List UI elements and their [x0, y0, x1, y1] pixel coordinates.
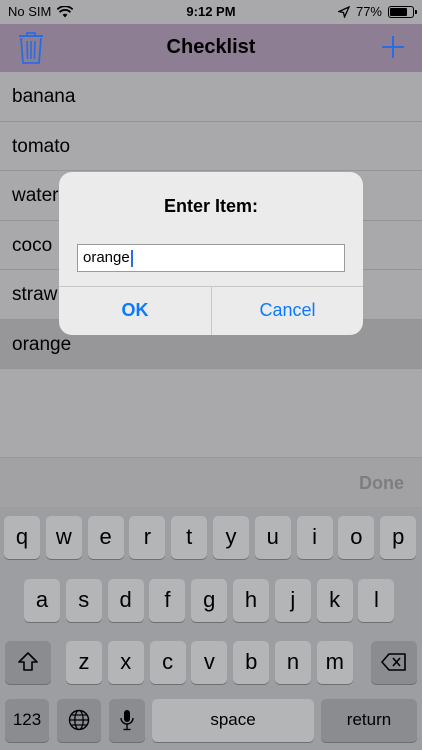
key-c[interactable]: c — [149, 641, 186, 684]
status-right: 77% — [337, 4, 417, 19]
backspace-icon — [381, 653, 406, 671]
key-h[interactable]: h — [233, 579, 269, 622]
key-v[interactable]: v — [191, 641, 228, 684]
globe-icon — [68, 709, 90, 731]
plus-icon[interactable] — [378, 32, 408, 62]
microphone-icon — [120, 710, 134, 731]
alert-title: Enter Item: — [163, 196, 259, 216]
page-title: Checklist — [166, 36, 256, 58]
key-j[interactable]: j — [274, 579, 311, 622]
keyboard-accessory-bar: Done — [0, 457, 422, 507]
key-z[interactable]: z — [66, 641, 102, 684]
key-g[interactable]: g — [191, 579, 228, 622]
list-item[interactable]: tomato — [0, 121, 422, 171]
key-d[interactable]: d — [107, 579, 144, 622]
key-p[interactable]: p — [380, 516, 417, 559]
key-a[interactable]: a — [24, 579, 60, 622]
key-n[interactable]: n — [275, 641, 311, 684]
battery-fill — [390, 7, 407, 16]
key-k[interactable]: k — [316, 579, 353, 622]
dictation-key[interactable] — [109, 699, 145, 742]
key-w[interactable]: w — [45, 516, 82, 559]
numbers-key[interactable]: 123 — [5, 699, 49, 742]
status-bar: No SIM 9:12 PM 77% — [0, 0, 422, 24]
key-u[interactable]: u — [254, 516, 291, 559]
key-o[interactable]: o — [338, 516, 375, 559]
cancel-button[interactable]: Cancel — [212, 286, 363, 335]
shift-icon — [18, 652, 38, 671]
key-l[interactable]: l — [358, 579, 395, 622]
key-f[interactable]: f — [149, 579, 186, 622]
return-key[interactable]: return — [321, 699, 417, 742]
key-t[interactable]: t — [171, 516, 208, 559]
ok-button[interactable]: OK — [59, 286, 211, 335]
location-arrow-icon — [337, 5, 350, 18]
enter-item-alert: Enter Item: orange OK Cancel — [59, 172, 363, 335]
globe-key[interactable] — [57, 699, 101, 742]
item-input[interactable]: orange — [77, 244, 345, 272]
battery-percent: 77% — [355, 4, 382, 19]
key-x[interactable]: x — [107, 641, 144, 684]
list-item[interactable]: banana — [0, 72, 422, 122]
done-button[interactable]: Done — [359, 473, 404, 494]
key-r[interactable]: r — [129, 516, 166, 559]
key-m[interactable]: m — [316, 641, 353, 684]
shift-key[interactable] — [5, 641, 51, 684]
nav-bar: Checklist — [0, 24, 422, 72]
key-q[interactable]: q — [4, 516, 40, 559]
key-y[interactable]: y — [213, 516, 249, 559]
item-input-value: orange — [83, 249, 130, 266]
battery-icon — [388, 5, 417, 18]
keyboard: 123 space return qwertyuiop asdfghjkl zxcv… — [0, 507, 422, 750]
text-cursor — [130, 249, 133, 267]
key-b[interactable]: b — [233, 641, 270, 684]
key-s[interactable]: s — [65, 579, 102, 622]
space-key[interactable]: space — [152, 699, 314, 742]
delete-key[interactable] — [371, 641, 417, 684]
key-i[interactable]: i — [296, 516, 333, 559]
key-e[interactable]: e — [87, 516, 124, 559]
